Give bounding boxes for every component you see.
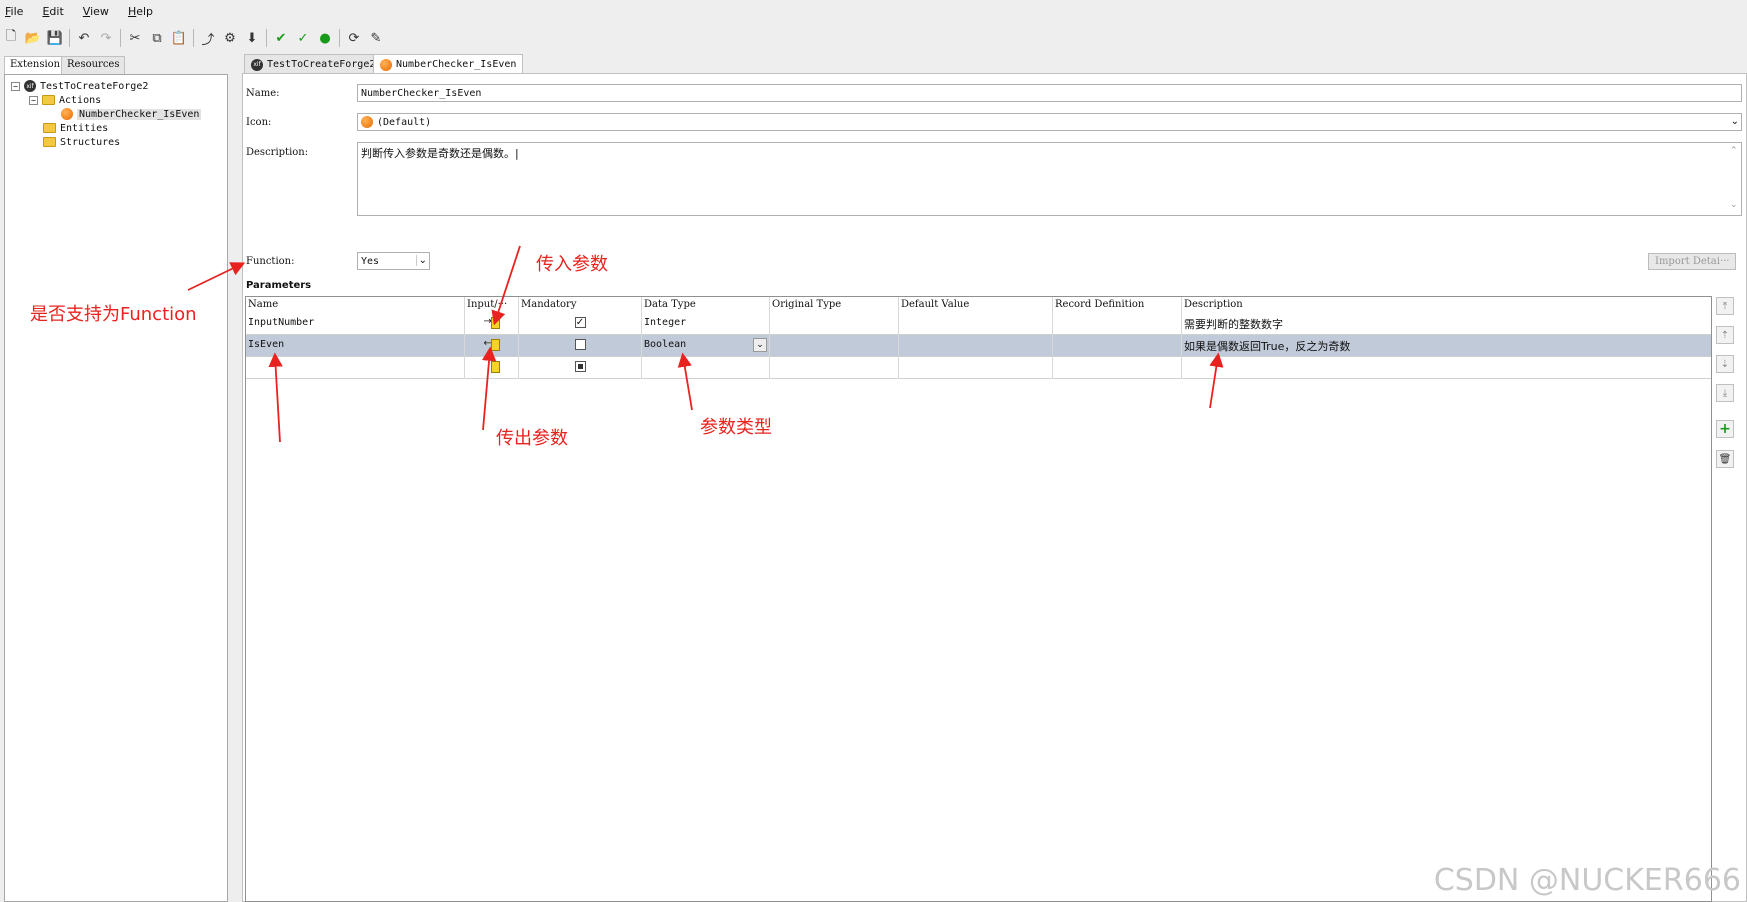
arrow-name (268, 352, 283, 443)
arrow-data-type (677, 352, 693, 411)
annotation-input-param: 传入参数 (536, 254, 608, 275)
arrow-input-param (491, 245, 521, 326)
watermark: CSDN @NUCKER666 (1433, 863, 1741, 898)
annotation-param-type: 参数类型 (700, 417, 772, 438)
arrow-output-param (481, 346, 497, 431)
arrow-function (187, 262, 246, 291)
annotation-output-param: 传出参数 (496, 428, 568, 449)
annotation-function-support: 是否支持为Function (30, 304, 197, 325)
arrow-description (1209, 352, 1224, 409)
annotation-arrows (187, 245, 1224, 443)
